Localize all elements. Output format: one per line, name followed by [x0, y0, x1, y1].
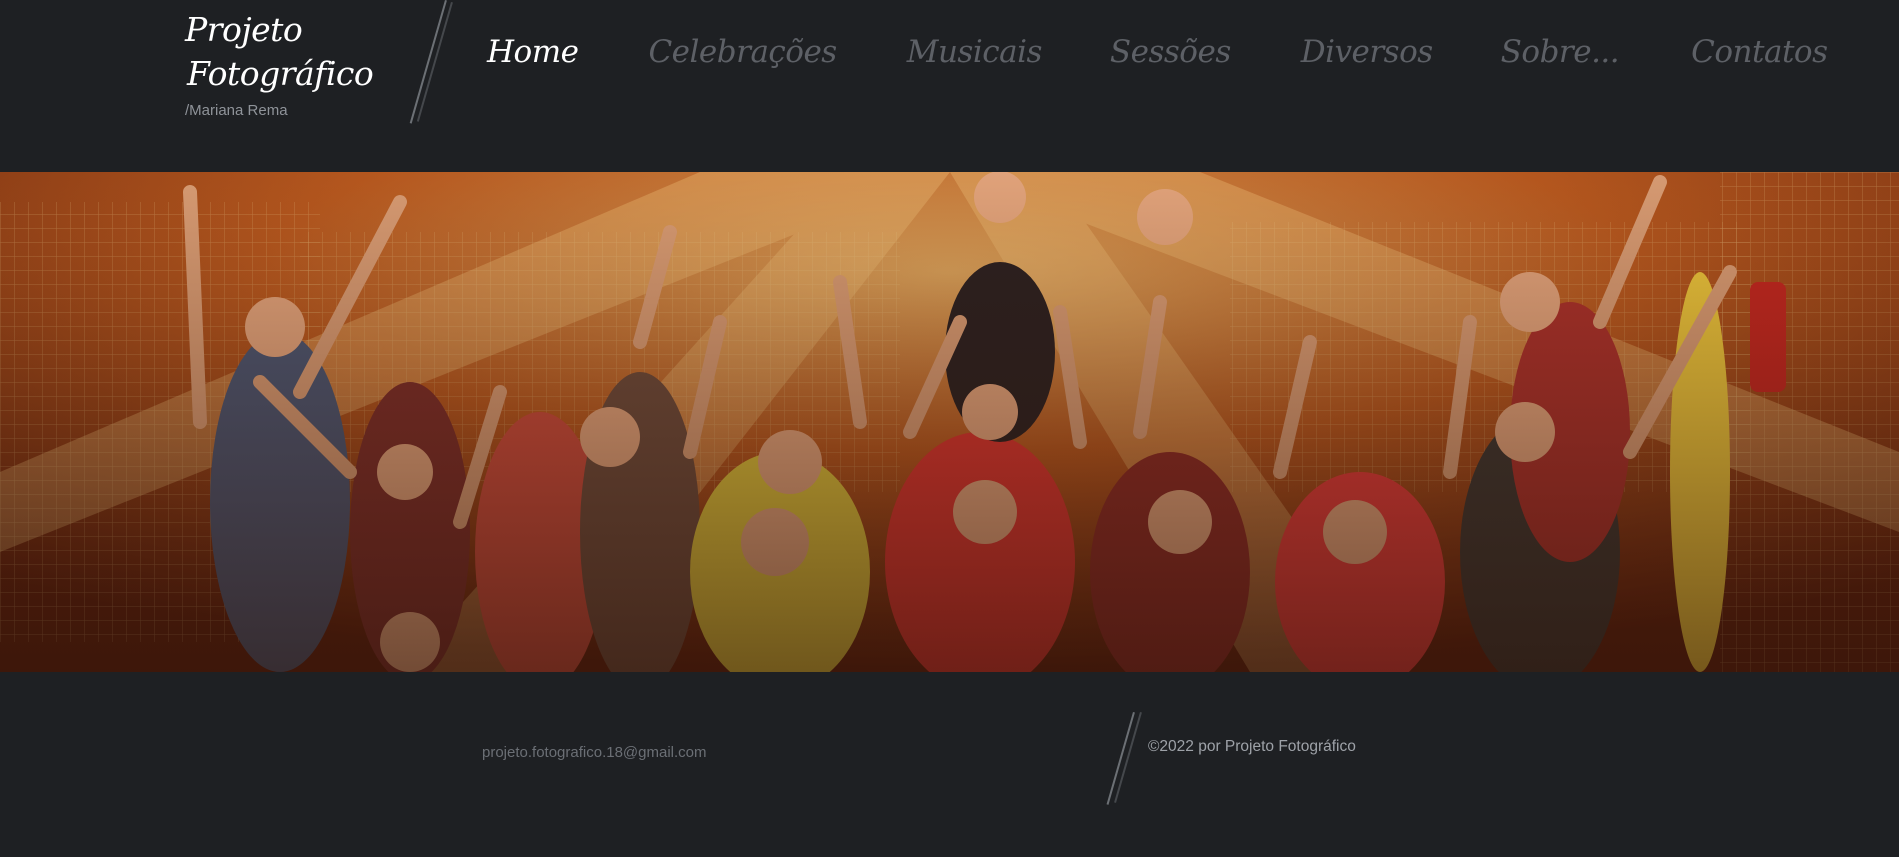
site-title-line2: Fotográfico	[187, 54, 374, 93]
site-title-line1: Projeto	[185, 10, 303, 49]
site-subtitle: /Mariana Rema	[185, 102, 288, 119]
header-divider-slash	[409, 0, 447, 124]
nav-item-contatos[interactable]: Contatos	[1691, 34, 1828, 70]
site-logo[interactable]: Projeto Fotográfico /Mariana Rema	[185, 8, 374, 119]
header-divider-slash-2	[416, 2, 453, 122]
site-footer: projeto.fotografico.18@gmail.com ©2022 p…	[0, 672, 1899, 857]
site-header: Projeto Fotográfico /Mariana Rema Home C…	[0, 0, 1899, 172]
hero-photo	[0, 172, 1899, 672]
hero-image	[0, 172, 1899, 672]
nav-item-home[interactable]: Home	[487, 34, 579, 70]
footer-copyright: ©2022 por Projeto Fotográfico	[1148, 738, 1356, 755]
nav-item-sessoes[interactable]: Sessões	[1110, 34, 1231, 70]
nav-item-sobre[interactable]: Sobre...	[1501, 34, 1620, 70]
nav-item-musicais[interactable]: Musicais	[907, 34, 1043, 70]
site-title: Projeto Fotográfico	[185, 8, 374, 96]
nav-item-celebracoes[interactable]: Celebrações	[648, 34, 837, 70]
footer-email-link[interactable]: projeto.fotografico.18@gmail.com	[482, 744, 707, 761]
footer-divider-slash	[1106, 712, 1135, 805]
nav-item-diversos[interactable]: Diversos	[1301, 34, 1433, 70]
main-nav: Home Celebrações Musicais Sessões Divers…	[487, 34, 1828, 70]
